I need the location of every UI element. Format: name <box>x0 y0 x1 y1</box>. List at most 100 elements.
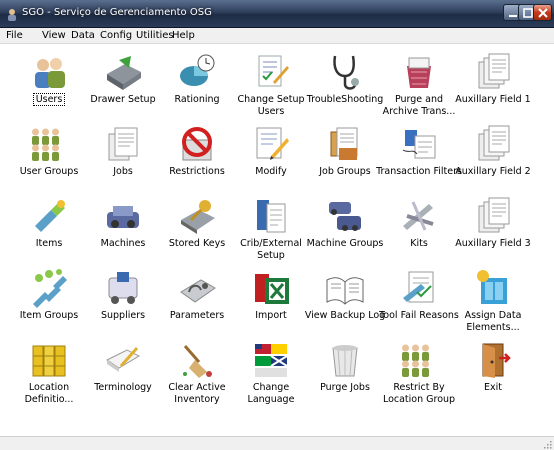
menu-utilities[interactable]: Utilities <box>136 30 174 41</box>
tile-label-text: Jobs <box>113 166 133 177</box>
tile-label-text: Purge and Archive Trans... <box>382 94 456 117</box>
menu-view[interactable]: View <box>42 30 66 41</box>
tile-suppliers[interactable]: Suppliers <box>84 268 162 340</box>
broom-icon <box>183 345 212 378</box>
tile-label-text: Suppliers <box>100 310 146 321</box>
tile-label-text: Job Groups <box>319 166 371 177</box>
tile-label-text: Drawer Setup <box>90 94 156 105</box>
tile-label-text: Exit <box>484 382 502 393</box>
tile-label-text: Item Groups <box>19 310 79 321</box>
tile-restrict-by-location-group[interactable]: Restrict By Location Group <box>380 340 458 412</box>
tile-view-backup-log[interactable]: View Backup Log <box>304 268 386 340</box>
tile-label-text: Restrict By Location Group <box>382 382 456 405</box>
tile-user-groups[interactable]: User Groups <box>10 124 88 196</box>
tile-label-text: Kits <box>410 238 428 249</box>
tile-label-text: Change Language <box>247 382 295 405</box>
modify-icon <box>256 127 289 160</box>
users-icon <box>35 58 65 88</box>
tile-label-text: Items <box>35 238 63 249</box>
tile-label-text: Assign Data Elements... <box>464 310 522 333</box>
user-groups-icon <box>32 128 59 161</box>
tile-users[interactable]: Users <box>10 52 88 124</box>
tile-machine-groups[interactable]: Machine Groups <box>306 196 384 268</box>
book-icon <box>326 277 364 305</box>
tile-label: Exit <box>450 382 536 394</box>
menu-config[interactable]: Config <box>100 30 132 41</box>
tile-label-text: View Backup Log <box>304 310 386 321</box>
documents-icon <box>478 197 510 233</box>
tile-auxillary-field-2[interactable]: Auxillary Field 2 <box>454 124 532 196</box>
tile-label: Auxillary Field 3 <box>450 238 536 250</box>
tile-grid: Users Drawer Setup Rationing Change Setup U… <box>0 44 554 436</box>
tile-tool-fail-reasons[interactable]: Tool Fail Reasons <box>379 268 459 340</box>
tile-label-text: Machine Groups <box>306 238 384 249</box>
jobs-icon <box>108 127 138 161</box>
restrictions-icon <box>182 127 212 161</box>
tile-label-text: Tool Fail Reasons <box>379 310 459 321</box>
tile-auxillary-field-3[interactable]: Auxillary Field 3 <box>454 196 532 268</box>
tile-import[interactable]: Import <box>232 268 310 340</box>
tile-drawer-setup[interactable]: Drawer Setup <box>84 52 162 124</box>
tile-label-text: User Groups <box>19 166 79 177</box>
tile-assign-data-elements[interactable]: Assign Data Elements... <box>454 268 532 340</box>
tile-kits[interactable]: Kits <box>380 196 458 268</box>
machine-groups-icon <box>329 202 361 231</box>
exit-door-icon <box>482 343 511 378</box>
location-icon <box>32 345 66 377</box>
job-groups-icon <box>330 127 358 160</box>
menu-file[interactable]: File <box>6 30 23 41</box>
tile-label-text: Rationing <box>174 94 220 105</box>
parameters-icon <box>180 279 216 303</box>
tile-label-text: Stored Keys <box>168 238 226 249</box>
tile-purge-and-archive-trans[interactable]: Purge and Archive Trans... <box>380 52 458 124</box>
tool-fail-icon <box>403 271 434 303</box>
close-icon <box>538 8 548 18</box>
tile-auxillary-field-1[interactable]: Auxillary Field 1 <box>454 52 532 124</box>
tile-label-text: Clear Active Inventory <box>168 382 226 405</box>
app-icon <box>8 9 16 21</box>
menu-help[interactable]: Help <box>172 30 195 41</box>
items-icon <box>35 200 65 232</box>
menu-data[interactable]: Data <box>71 30 95 41</box>
wastebasket-icon <box>332 345 358 377</box>
item-groups-icon <box>33 269 67 308</box>
tile-terminology[interactable]: Terminology <box>84 340 162 412</box>
tile-troubleshooting[interactable]: TroubleShooting <box>306 52 384 124</box>
tile-job-groups[interactable]: Job Groups <box>306 124 384 196</box>
transaction-filters-icon <box>402 130 436 159</box>
excel-import-icon <box>255 274 289 304</box>
tile-exit[interactable]: Exit <box>454 340 532 412</box>
tile-label-text: Terminology <box>94 382 152 393</box>
tile-items[interactable]: Items <box>10 196 88 268</box>
tile-clear-active-inventory[interactable]: Clear Active Inventory <box>158 340 236 412</box>
tile-change-setup-users[interactable]: Change Setup Users <box>232 52 310 124</box>
tile-label-text: Location Definitio... <box>24 382 74 405</box>
title-bar[interactable]: SGO - Serviço de Gerenciamento OSG <box>0 0 554 28</box>
tile-modify[interactable]: Modify <box>232 124 310 196</box>
tile-machines[interactable]: Machines <box>84 196 162 268</box>
terminology-icon <box>106 347 141 372</box>
tile-label: Auxillary Field 2 <box>450 166 536 178</box>
tile-crib-external-setup[interactable]: Crib/External Setup <box>232 196 310 268</box>
stethoscope-icon <box>333 55 359 90</box>
suppliers-icon <box>108 272 138 304</box>
tile-jobs[interactable]: Jobs <box>84 124 162 196</box>
tile-rationing[interactable]: Rationing <box>158 52 236 124</box>
tile-restrictions[interactable]: Restrictions <box>158 124 236 196</box>
close-button[interactable] <box>533 4 552 21</box>
drawer-setup-icon <box>107 56 141 90</box>
change-setup-users-icon <box>258 55 289 87</box>
tile-label-text: Auxillary Field 3 <box>455 238 531 249</box>
crib-external-icon <box>257 200 286 233</box>
tile-purge-jobs[interactable]: Purge Jobs <box>306 340 384 412</box>
assign-data-icon <box>477 270 507 304</box>
tile-change-language[interactable]: Change Language <box>232 340 310 412</box>
resize-grip-icon[interactable] <box>542 439 552 449</box>
kits-icon <box>403 201 434 231</box>
tile-transaction-filters[interactable]: Transaction Filters <box>376 124 462 196</box>
tile-item-groups[interactable]: Item Groups <box>10 268 88 340</box>
tile-parameters[interactable]: Parameters <box>158 268 236 340</box>
documents-icon <box>478 125 510 161</box>
tile-stored-keys[interactable]: Stored Keys <box>158 196 236 268</box>
tile-location-definitio[interactable]: Location Definitio... <box>10 340 88 412</box>
